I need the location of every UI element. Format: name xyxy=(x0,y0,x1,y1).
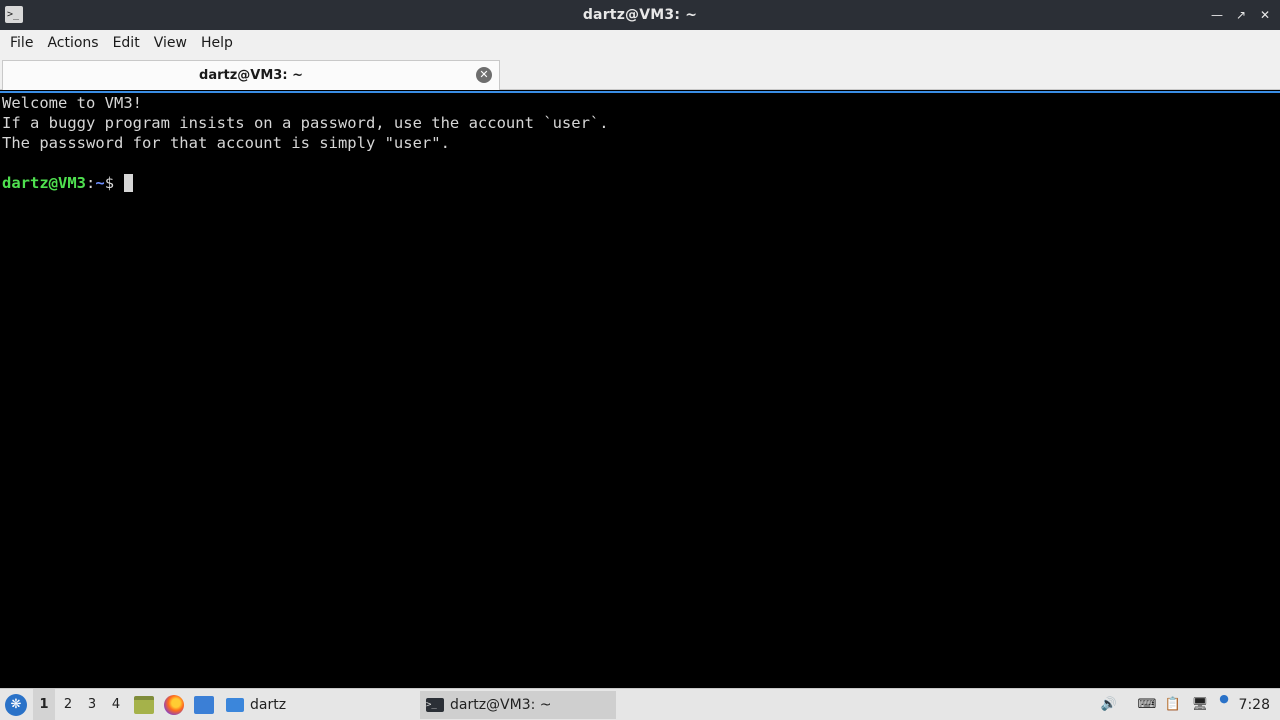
tab-terminal[interactable]: dartz@VM3: ~ ✕ xyxy=(2,60,500,90)
folder-icon xyxy=(226,698,244,712)
window-controls: — ↗ ✕ xyxy=(1210,0,1272,30)
close-icon[interactable]: ✕ xyxy=(1258,8,1272,22)
window-title: dartz@VM3: ~ xyxy=(582,7,698,23)
task-dartz[interactable]: dartz xyxy=(220,691,410,719)
task-label: dartz xyxy=(250,697,287,713)
workspace-4[interactable]: 4 xyxy=(105,689,127,720)
maximize-icon[interactable]: ↗ xyxy=(1234,8,1248,22)
workspace-3[interactable]: 3 xyxy=(81,689,103,720)
file-manager-icon[interactable] xyxy=(134,696,154,714)
volume-icon[interactable]: 🔊 xyxy=(1098,689,1120,720)
menu-actions[interactable]: Actions xyxy=(40,30,105,56)
terminal-line: The passsword for that account is simply… xyxy=(2,134,450,152)
firefox-icon[interactable] xyxy=(164,695,184,715)
minimize-icon[interactable]: — xyxy=(1210,8,1224,22)
close-circle-icon[interactable]: ✕ xyxy=(476,67,492,83)
prompt-separator: : xyxy=(86,174,96,192)
terminal-output[interactable]: Welcome to VM3! If a buggy program insis… xyxy=(0,91,1280,687)
tab-label: dartz@VM3: ~ xyxy=(199,68,303,83)
menu-bar: File Actions Edit View Help xyxy=(0,30,1280,56)
menu-help[interactable]: Help xyxy=(194,30,240,56)
taskbar: ❋ 1 2 3 4 dartz >_ dartz@VM3: ~ 🔊 ⌨ 📋 🖥 … xyxy=(0,688,1280,720)
terminal-line: Welcome to VM3! xyxy=(2,94,142,112)
menu-view[interactable]: View xyxy=(147,30,194,56)
text-cursor xyxy=(124,174,134,192)
tab-bar: dartz@VM3: ~ ✕ xyxy=(0,56,1280,90)
task-terminal[interactable]: >_ dartz@VM3: ~ xyxy=(420,691,616,719)
clock[interactable]: 7:28 xyxy=(1239,689,1270,720)
menu-file[interactable]: File xyxy=(3,30,40,56)
update-notifier-icon[interactable]: ● xyxy=(1214,683,1234,715)
clipboard-icon[interactable]: 📋 xyxy=(1162,689,1184,720)
prompt-symbol: $ xyxy=(104,174,115,192)
terminal-line: If a buggy program insists on a password… xyxy=(2,114,609,132)
terminal-prompt-line[interactable]: dartz@VM3:~$ xyxy=(2,173,1278,193)
workspace-1[interactable]: 1 xyxy=(33,689,55,720)
terminal-icon: >_ xyxy=(426,698,444,712)
lxqt-start-icon[interactable]: ❋ xyxy=(5,694,27,716)
keyboard-icon[interactable]: ⌨ xyxy=(1136,689,1158,720)
menu-edit[interactable]: Edit xyxy=(106,30,147,56)
window-titlebar[interactable]: >_ dartz@VM3: ~ — ↗ ✕ xyxy=(0,0,1280,30)
network-icon[interactable]: 🖥 xyxy=(1189,689,1211,720)
prompt-user-host: dartz@VM3 xyxy=(2,174,86,192)
task-label: dartz@VM3: ~ xyxy=(450,697,552,713)
show-desktop-icon[interactable] xyxy=(194,696,214,714)
terminal-icon[interactable]: >_ xyxy=(5,6,23,23)
workspace-2[interactable]: 2 xyxy=(57,689,79,720)
prompt-path: ~ xyxy=(95,174,105,192)
